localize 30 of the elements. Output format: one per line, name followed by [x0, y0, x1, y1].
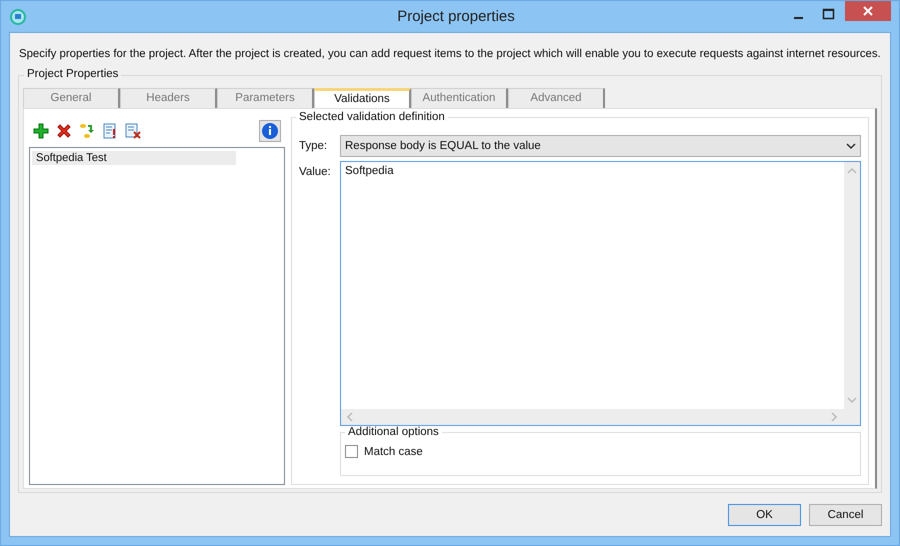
tab[interactable]: General — [23, 88, 120, 108]
close-icon[interactable] — [845, 1, 891, 21]
value-field[interactable]: Softpedia — [340, 161, 861, 426]
tab[interactable]: Headers — [120, 88, 217, 108]
group-title: Project Properties — [24, 68, 122, 80]
checkbox-label: Match case — [364, 446, 423, 458]
ok-button[interactable]: OK — [728, 504, 801, 526]
tab[interactable]: Advanced — [508, 88, 605, 108]
chevron-down-icon — [846, 143, 856, 150]
tab[interactable]: Validations — [314, 88, 411, 108]
type-label: Type: — [299, 139, 328, 152]
add-icon[interactable] — [33, 123, 49, 139]
group-title: Selected validation definition — [296, 111, 448, 123]
move-icon[interactable] — [79, 123, 95, 139]
type-dropdown[interactable]: Response body is EQUAL to the value — [340, 135, 861, 157]
info-icon[interactable] — [259, 120, 281, 142]
list-item[interactable]: Softpedia Test — [32, 151, 236, 165]
remove-document-icon[interactable] — [125, 123, 141, 139]
description-text: Specify properties for the project. After the project is created, you can add request items to the project which will enable you to execute requests against internet resources. — [19, 47, 881, 61]
value-label: Value: — [299, 165, 332, 178]
tab[interactable]: Authentication — [411, 88, 508, 108]
value-text: Softpedia — [344, 164, 395, 179]
cancel-button[interactable]: Cancel — [809, 504, 882, 526]
delete-icon[interactable] — [56, 123, 72, 139]
app-icon — [9, 8, 27, 26]
document-icon[interactable] — [102, 123, 118, 139]
checkbox[interactable] — [345, 445, 358, 458]
tab[interactable]: Parameters — [217, 88, 314, 108]
window-title: Project properties — [396, 8, 516, 25]
group-title: Additional options — [345, 426, 442, 438]
